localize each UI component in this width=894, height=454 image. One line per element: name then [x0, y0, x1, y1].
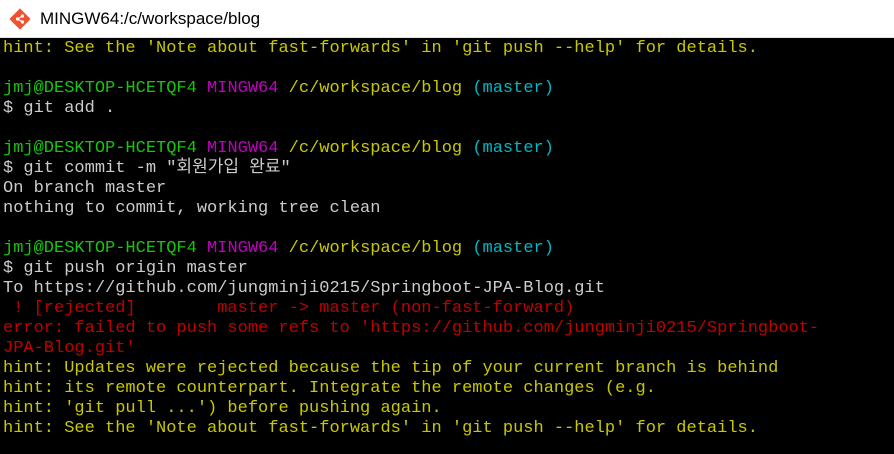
prompt-branch: (master): [472, 79, 554, 98]
hint-line: hint: 'git pull ...') before pushing aga…: [3, 399, 442, 418]
terminal-output[interactable]: hint: See the 'Note about fast-forwards'…: [3, 39, 894, 454]
command-line: $ git add .: [3, 99, 116, 118]
output-line: nothing to commit, working tree clean: [3, 199, 381, 218]
prompt-branch: (master): [472, 239, 554, 258]
hint-line: hint: Updates were rejected because the …: [3, 359, 779, 378]
prompt-user: jmj@DESKTOP-HCETQF4: [3, 239, 197, 258]
prompt-host: MINGW64: [207, 139, 279, 158]
command-line: $ git push origin master: [3, 259, 248, 278]
prompt-line: jmj@DESKTOP-HCETQF4 MINGW64 /c/workspace…: [3, 79, 894, 99]
terminal-line: hint: See the 'Note about fast-forwards'…: [3, 39, 758, 58]
hint-line: hint: its remote counterpart. Integrate …: [3, 379, 656, 398]
prompt-line: jmj@DESKTOP-HCETQF4 MINGW64 /c/workspace…: [3, 139, 894, 159]
prompt-path: /c/workspace/blog: [288, 139, 463, 158]
error-line: error: failed to push some refs to 'http…: [3, 319, 820, 338]
prompt-user: jmj@DESKTOP-HCETQF4: [3, 79, 197, 98]
terminal-window: MINGW64:/c/workspace/blog hint: See the …: [0, 0, 894, 454]
hint-line: hint: See the 'Note about fast-forwards'…: [3, 419, 758, 438]
prompt-line: jmj@DESKTOP-HCETQF4 MINGW64 /c/workspace…: [3, 239, 894, 259]
rejected-line: ! [rejected] master -> master (non-fast-…: [3, 299, 575, 318]
prompt-path: /c/workspace/blog: [288, 239, 463, 258]
output-line: On branch master: [3, 179, 167, 198]
prompt-user: jmj@DESKTOP-HCETQF4: [3, 139, 197, 158]
output-line: To https://github.com/jungminji0215/Spri…: [3, 279, 605, 298]
prompt-path: /c/workspace/blog: [288, 79, 463, 98]
prompt-host: MINGW64: [207, 79, 279, 98]
command-line: $ git commit -m "회원가입 완료": [3, 159, 291, 178]
prompt-branch: (master): [472, 139, 554, 158]
git-bash-icon: [9, 7, 31, 30]
prompt-host: MINGW64: [207, 239, 279, 258]
title-bar[interactable]: MINGW64:/c/workspace/blog: [0, 0, 894, 38]
error-line: JPA-Blog.git': [3, 339, 136, 358]
window-title: MINGW64:/c/workspace/blog: [40, 8, 261, 28]
